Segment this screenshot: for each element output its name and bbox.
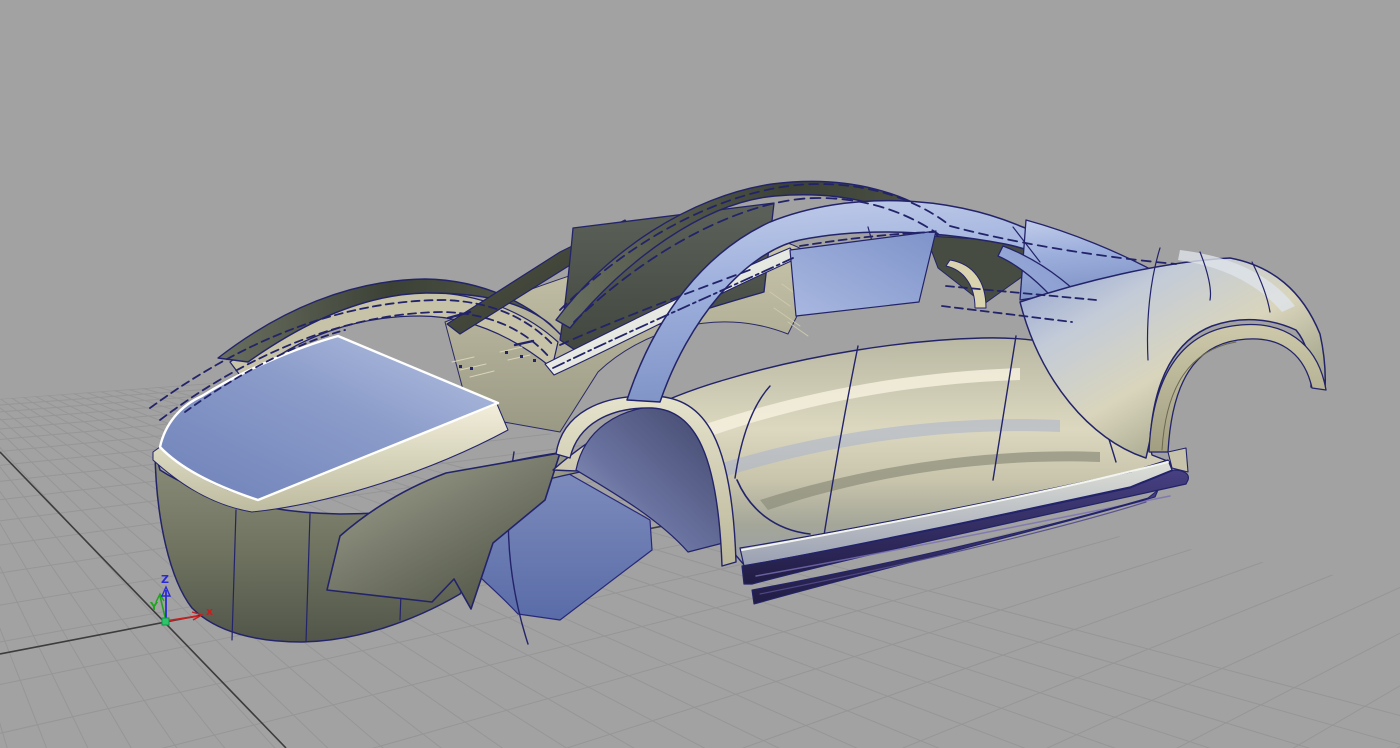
- origin-marker: [162, 618, 169, 625]
- cad-viewport[interactable]: Y Z x: [0, 0, 1400, 748]
- viewport-background: [0, 0, 1400, 748]
- y-axis-label: Y: [149, 600, 159, 613]
- x-axis-label: x: [206, 605, 213, 618]
- z-axis-label: Z: [161, 573, 169, 586]
- viewport-canvas[interactable]: Y Z x: [0, 0, 1400, 748]
